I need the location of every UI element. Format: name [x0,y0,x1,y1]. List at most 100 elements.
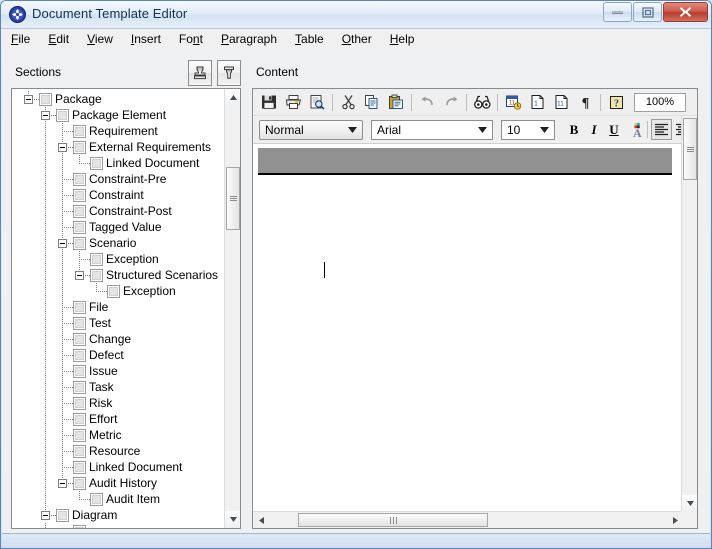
paragraph-style-select[interactable]: Normal [259,119,363,140]
tree-collapse-icon[interactable] [58,239,67,248]
tree-item[interactable]: Constraint-Post [12,203,224,219]
chevron-down-icon[interactable] [537,123,552,137]
tree-item-checkbox[interactable] [90,493,103,506]
tree-item[interactable]: Task [12,379,224,395]
tree-item-checkbox[interactable] [73,189,86,202]
tree-item-checkbox[interactable] [73,237,86,250]
tree-item-checkbox[interactable] [73,301,86,314]
tree-item[interactable]: Structured Scenarios [12,267,224,283]
tree-item-checkbox[interactable] [73,125,86,138]
tree-item-checkbox[interactable] [73,205,86,218]
tree-item-checkbox[interactable] [73,365,86,378]
cut-icon[interactable] [336,91,360,114]
tree-item-checkbox[interactable] [73,333,86,346]
insert-date-icon[interactable]: 11 [501,91,525,114]
tree-item[interactable]: Scenario [12,235,224,251]
tree-item[interactable]: Constraint-Pre [12,171,224,187]
tree-collapse-icon[interactable] [58,143,67,152]
tree-item[interactable] [12,523,224,528]
menu-item-table[interactable]: Table [286,29,333,49]
tree-collapse-icon[interactable] [24,95,33,104]
tree-collapse-icon[interactable] [75,271,84,280]
tree-item[interactable]: Constraint [12,187,224,203]
tree-item[interactable]: Tagged Value [12,219,224,235]
tree-item-checkbox[interactable] [73,221,86,234]
tree-item-checkbox[interactable] [73,445,86,458]
print-icon[interactable] [281,91,305,114]
menu-item-other[interactable]: Other [333,29,381,49]
zoom-level-field[interactable]: 100% [634,92,686,112]
scroll-left-icon[interactable] [253,512,269,528]
editor-hscroll-thumb[interactable] [298,513,488,527]
tree-item[interactable]: Package [12,91,224,107]
paste-icon[interactable] [384,91,408,114]
minimize-button[interactable] [603,2,632,22]
tree-item-checkbox[interactable] [73,141,86,154]
find-icon[interactable] [470,91,494,114]
tree-item-checkbox[interactable] [90,157,103,170]
chevron-down-icon[interactable] [475,123,490,137]
tree-item[interactable]: Package Element [12,107,224,123]
tree-item[interactable]: Metric [12,427,224,443]
copy-icon[interactable] [360,91,384,114]
text-color-icon[interactable]: A [624,120,644,140]
tree-item-checkbox[interactable] [73,397,86,410]
close-button[interactable] [663,2,708,22]
tree-item-checkbox[interactable] [73,413,86,426]
tree-item-checkbox[interactable] [73,349,86,362]
align-left-icon[interactable] [651,119,672,140]
tree-item[interactable]: Diagram [12,507,224,523]
editor-horizontal-scrollbar[interactable] [253,511,683,528]
tree-item-checkbox[interactable] [73,381,86,394]
tree-item-checkbox[interactable] [56,509,69,522]
menu-item-paragraph[interactable]: Paragraph [212,29,286,49]
tree-item-checkbox[interactable] [56,109,69,122]
insert-page-count-icon[interactable]: 11 [549,91,573,114]
tree-item-checkbox[interactable] [73,525,86,528]
scroll-down-icon[interactable] [682,495,697,512]
tree-item[interactable]: External Requirements [12,139,224,155]
menu-item-file[interactable]: File [2,29,39,49]
tree-item[interactable]: Issue [12,363,224,379]
editor-vertical-scrollbar[interactable] [681,116,697,512]
tree-item[interactable]: File [12,299,224,315]
italic-button[interactable]: I [584,120,604,140]
tree-item[interactable]: Defect [12,347,224,363]
menu-item-edit[interactable]: Edit [39,29,78,49]
menu-item-help[interactable]: Help [381,29,424,49]
editor-scroll-thumb[interactable] [683,118,697,180]
undo-icon[interactable] [415,91,439,114]
tree-item-checkbox[interactable] [73,461,86,474]
tree-item[interactable]: Audit History [12,475,224,491]
font-size-select[interactable]: 10 [501,119,555,140]
bold-button[interactable]: B [564,120,584,140]
menu-item-font[interactable]: Font [170,29,212,49]
tree-item[interactable]: Exception [12,251,224,267]
tree-item[interactable]: Audit Item [12,491,224,507]
chevron-down-icon[interactable] [345,123,360,137]
tree-item[interactable]: Linked Document [12,459,224,475]
tree-item[interactable]: Resource [12,443,224,459]
font-family-select[interactable]: Arial [371,119,493,140]
tree-item-checkbox[interactable] [107,285,120,298]
tree-item[interactable]: Effort [12,411,224,427]
save-icon[interactable] [257,91,281,114]
tree-item[interactable]: Requirement [12,123,224,139]
document-canvas[interactable] [253,144,683,512]
tree-item-checkbox[interactable] [73,477,86,490]
tree-item[interactable]: Risk [12,395,224,411]
show-formatting-marks-icon[interactable]: ¶ [573,91,597,114]
tree-item-checkbox[interactable] [90,253,103,266]
sections-tree-scrollbar[interactable] [224,89,240,528]
menu-item-insert[interactable]: Insert [122,29,170,49]
menu-item-view[interactable]: View [78,29,122,49]
tree-item-checkbox[interactable] [73,173,86,186]
tree-item[interactable]: Linked Document [12,155,224,171]
tree-collapse-icon[interactable] [41,511,50,520]
tree-collapse-icon[interactable] [41,111,50,120]
tree-item[interactable]: Change [12,331,224,347]
tree-item-checkbox[interactable] [73,429,86,442]
help-icon[interactable]: ? [604,91,628,114]
sections-scroll-thumb[interactable] [226,167,240,230]
redo-icon[interactable] [439,91,463,114]
